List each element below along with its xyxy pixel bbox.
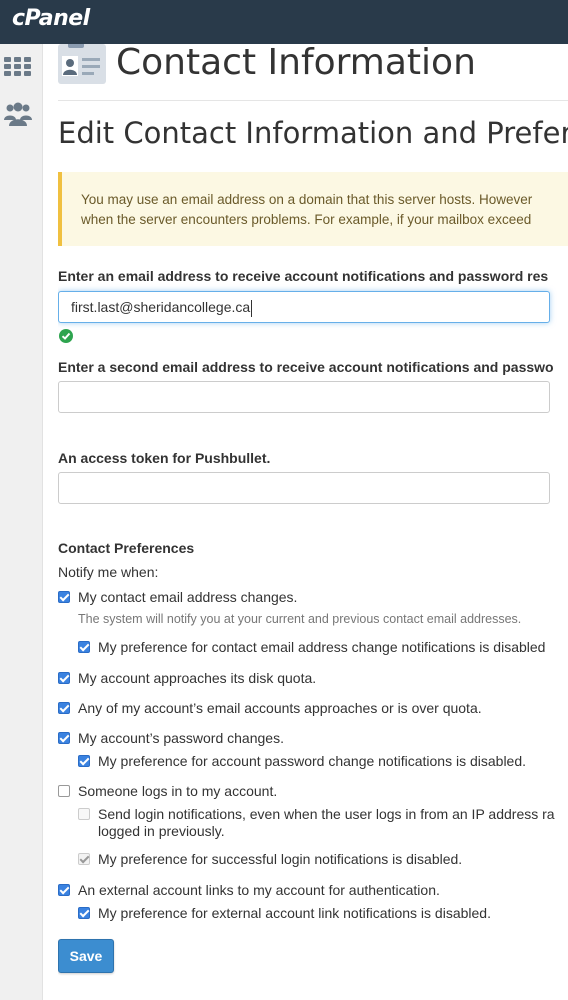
email-value: first.last@sheridancollege.ca (71, 299, 251, 315)
section-title: Edit Contact Information and Prefere (58, 116, 568, 150)
page-header: Contact Information (58, 44, 568, 101)
checkbox-disk-quota[interactable] (58, 672, 70, 684)
top-navbar: cPanel (0, 0, 568, 44)
contact-change-help-text: The system will notify you at your curre… (78, 612, 522, 626)
email-label: Enter an email address to receive accoun… (58, 268, 549, 284)
checkbox-external-link-disabled[interactable] (78, 907, 90, 919)
email-field[interactable]: first.last@sheridancollege.ca (58, 291, 550, 323)
checkbox-email-quota[interactable] (58, 702, 70, 714)
checkbox-password-change[interactable] (58, 732, 70, 744)
second-email-field[interactable] (58, 381, 550, 413)
page-title: Contact Information (116, 44, 476, 83)
checkbox-login[interactable] (58, 785, 70, 797)
contact-card-icon (58, 44, 106, 84)
checkbox-contact-change[interactable] (58, 591, 70, 603)
second-email-label: Enter a second email address to receive … (58, 359, 554, 375)
text-caret (251, 299, 253, 317)
alert-text-line2: when the server encounters problems. For… (81, 212, 532, 227)
users-icon[interactable] (3, 100, 33, 130)
contact-preferences-heading: Contact Preferences (58, 540, 195, 556)
pushbullet-label: An access token for Pushbullet. (58, 450, 271, 466)
valid-check-icon (59, 329, 73, 343)
checkbox-contact-change-disabled[interactable] (78, 641, 90, 653)
pushbullet-token-field[interactable] (58, 472, 550, 504)
login-sub-line2: logged in previously. (98, 823, 225, 839)
checkbox-external-link[interactable] (58, 884, 70, 896)
cpanel-logo[interactable]: cPanel (12, 6, 90, 31)
checkbox-login-unrecognized-ip (78, 808, 90, 820)
grid-icon[interactable] (3, 52, 33, 82)
info-alert: You may use an email address on a domain… (58, 172, 568, 246)
alert-text-line1: You may use an email address on a domain… (81, 192, 533, 207)
sidebar (0, 44, 43, 1000)
checkbox-login-disabled (78, 853, 90, 865)
save-button[interactable]: Save (58, 939, 114, 973)
main-content: Contact Information Edit Contact Informa… (58, 44, 568, 1000)
checkbox-password-change-disabled[interactable] (78, 755, 90, 767)
notify-label: Notify me when: (58, 564, 159, 580)
